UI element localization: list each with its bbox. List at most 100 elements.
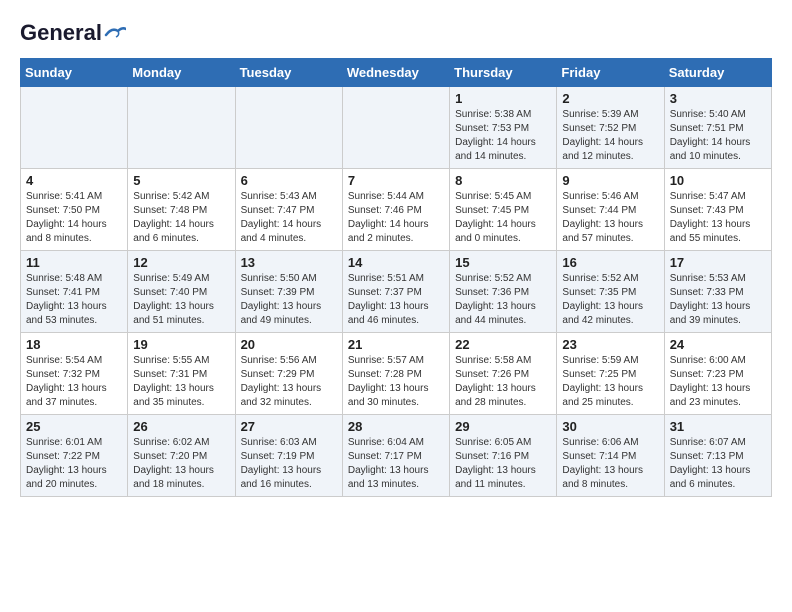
daylight-text: Daylight: 13 hours and 55 minutes. bbox=[670, 218, 766, 246]
sunrise-text: Sunrise: 5:58 AM bbox=[455, 354, 551, 368]
day-number: 27 bbox=[241, 419, 337, 434]
daylight-text: Daylight: 13 hours and 18 minutes. bbox=[133, 464, 229, 492]
calendar-day-cell: 13 Sunrise: 5:50 AM Sunset: 7:39 PM Dayl… bbox=[235, 251, 342, 333]
day-detail: Sunrise: 5:48 AM Sunset: 7:41 PM Dayligh… bbox=[26, 272, 122, 328]
calendar-day-cell bbox=[21, 87, 128, 169]
daylight-text: Daylight: 14 hours and 12 minutes. bbox=[562, 136, 658, 164]
daylight-text: Daylight: 13 hours and 57 minutes. bbox=[562, 218, 658, 246]
weekday-header: Friday bbox=[557, 59, 664, 87]
day-detail: Sunrise: 5:44 AM Sunset: 7:46 PM Dayligh… bbox=[348, 190, 444, 246]
day-number: 13 bbox=[241, 255, 337, 270]
day-number: 25 bbox=[26, 419, 122, 434]
day-detail: Sunrise: 6:05 AM Sunset: 7:16 PM Dayligh… bbox=[455, 436, 551, 492]
sunset-text: Sunset: 7:16 PM bbox=[455, 450, 551, 464]
calendar-day-cell: 17 Sunrise: 5:53 AM Sunset: 7:33 PM Dayl… bbox=[664, 251, 771, 333]
calendar-day-cell: 1 Sunrise: 5:38 AM Sunset: 7:53 PM Dayli… bbox=[450, 87, 557, 169]
weekday-header: Thursday bbox=[450, 59, 557, 87]
sunrise-text: Sunrise: 5:39 AM bbox=[562, 108, 658, 122]
sunrise-text: Sunrise: 5:50 AM bbox=[241, 272, 337, 286]
day-detail: Sunrise: 5:46 AM Sunset: 7:44 PM Dayligh… bbox=[562, 190, 658, 246]
sunrise-text: Sunrise: 5:52 AM bbox=[562, 272, 658, 286]
day-number: 26 bbox=[133, 419, 229, 434]
sunrise-text: Sunrise: 5:57 AM bbox=[348, 354, 444, 368]
sunrise-text: Sunrise: 6:05 AM bbox=[455, 436, 551, 450]
calendar-day-cell: 22 Sunrise: 5:58 AM Sunset: 7:26 PM Dayl… bbox=[450, 333, 557, 415]
sunset-text: Sunset: 7:46 PM bbox=[348, 204, 444, 218]
calendar-day-cell: 14 Sunrise: 5:51 AM Sunset: 7:37 PM Dayl… bbox=[342, 251, 449, 333]
sunrise-text: Sunrise: 5:44 AM bbox=[348, 190, 444, 204]
day-number: 31 bbox=[670, 419, 766, 434]
sunrise-text: Sunrise: 5:59 AM bbox=[562, 354, 658, 368]
sunrise-text: Sunrise: 5:52 AM bbox=[455, 272, 551, 286]
calendar-day-cell: 5 Sunrise: 5:42 AM Sunset: 7:48 PM Dayli… bbox=[128, 169, 235, 251]
calendar-day-cell bbox=[128, 87, 235, 169]
day-detail: Sunrise: 5:55 AM Sunset: 7:31 PM Dayligh… bbox=[133, 354, 229, 410]
sunset-text: Sunset: 7:43 PM bbox=[670, 204, 766, 218]
day-number: 23 bbox=[562, 337, 658, 352]
logo: General bbox=[20, 20, 126, 42]
day-detail: Sunrise: 5:56 AM Sunset: 7:29 PM Dayligh… bbox=[241, 354, 337, 410]
calendar-day-cell: 24 Sunrise: 6:00 AM Sunset: 7:23 PM Dayl… bbox=[664, 333, 771, 415]
day-number: 18 bbox=[26, 337, 122, 352]
sunrise-text: Sunrise: 6:03 AM bbox=[241, 436, 337, 450]
calendar-day-cell: 27 Sunrise: 6:03 AM Sunset: 7:19 PM Dayl… bbox=[235, 415, 342, 497]
day-number: 12 bbox=[133, 255, 229, 270]
day-detail: Sunrise: 5:53 AM Sunset: 7:33 PM Dayligh… bbox=[670, 272, 766, 328]
day-detail: Sunrise: 5:38 AM Sunset: 7:53 PM Dayligh… bbox=[455, 108, 551, 164]
weekday-header: Wednesday bbox=[342, 59, 449, 87]
daylight-text: Daylight: 13 hours and 11 minutes. bbox=[455, 464, 551, 492]
daylight-text: Daylight: 13 hours and 30 minutes. bbox=[348, 382, 444, 410]
sunset-text: Sunset: 7:31 PM bbox=[133, 368, 229, 382]
day-number: 7 bbox=[348, 173, 444, 188]
day-number: 21 bbox=[348, 337, 444, 352]
daylight-text: Daylight: 14 hours and 10 minutes. bbox=[670, 136, 766, 164]
day-number: 6 bbox=[241, 173, 337, 188]
sunrise-text: Sunrise: 6:01 AM bbox=[26, 436, 122, 450]
sunset-text: Sunset: 7:33 PM bbox=[670, 286, 766, 300]
daylight-text: Daylight: 13 hours and 23 minutes. bbox=[670, 382, 766, 410]
day-number: 29 bbox=[455, 419, 551, 434]
sunset-text: Sunset: 7:47 PM bbox=[241, 204, 337, 218]
day-number: 16 bbox=[562, 255, 658, 270]
calendar-day-cell: 18 Sunrise: 5:54 AM Sunset: 7:32 PM Dayl… bbox=[21, 333, 128, 415]
calendar-day-cell: 9 Sunrise: 5:46 AM Sunset: 7:44 PM Dayli… bbox=[557, 169, 664, 251]
calendar-day-cell: 11 Sunrise: 5:48 AM Sunset: 7:41 PM Dayl… bbox=[21, 251, 128, 333]
daylight-text: Daylight: 13 hours and 13 minutes. bbox=[348, 464, 444, 492]
day-detail: Sunrise: 5:49 AM Sunset: 7:40 PM Dayligh… bbox=[133, 272, 229, 328]
calendar-header-row: SundayMondayTuesdayWednesdayThursdayFrid… bbox=[21, 59, 772, 87]
day-number: 15 bbox=[455, 255, 551, 270]
day-detail: Sunrise: 5:51 AM Sunset: 7:37 PM Dayligh… bbox=[348, 272, 444, 328]
sunrise-text: Sunrise: 5:40 AM bbox=[670, 108, 766, 122]
day-number: 4 bbox=[26, 173, 122, 188]
day-detail: Sunrise: 5:50 AM Sunset: 7:39 PM Dayligh… bbox=[241, 272, 337, 328]
daylight-text: Daylight: 14 hours and 0 minutes. bbox=[455, 218, 551, 246]
daylight-text: Daylight: 13 hours and 20 minutes. bbox=[26, 464, 122, 492]
daylight-text: Daylight: 14 hours and 4 minutes. bbox=[241, 218, 337, 246]
calendar-day-cell: 20 Sunrise: 5:56 AM Sunset: 7:29 PM Dayl… bbox=[235, 333, 342, 415]
day-number: 28 bbox=[348, 419, 444, 434]
daylight-text: Daylight: 13 hours and 39 minutes. bbox=[670, 300, 766, 328]
sunrise-text: Sunrise: 5:54 AM bbox=[26, 354, 122, 368]
sunrise-text: Sunrise: 5:48 AM bbox=[26, 272, 122, 286]
daylight-text: Daylight: 13 hours and 6 minutes. bbox=[670, 464, 766, 492]
sunrise-text: Sunrise: 6:04 AM bbox=[348, 436, 444, 450]
sunrise-text: Sunrise: 5:38 AM bbox=[455, 108, 551, 122]
sunset-text: Sunset: 7:19 PM bbox=[241, 450, 337, 464]
calendar-week-row: 1 Sunrise: 5:38 AM Sunset: 7:53 PM Dayli… bbox=[21, 87, 772, 169]
sunset-text: Sunset: 7:44 PM bbox=[562, 204, 658, 218]
calendar-day-cell: 15 Sunrise: 5:52 AM Sunset: 7:36 PM Dayl… bbox=[450, 251, 557, 333]
day-number: 24 bbox=[670, 337, 766, 352]
calendar-day-cell: 26 Sunrise: 6:02 AM Sunset: 7:20 PM Dayl… bbox=[128, 415, 235, 497]
sunrise-text: Sunrise: 5:51 AM bbox=[348, 272, 444, 286]
day-detail: Sunrise: 5:58 AM Sunset: 7:26 PM Dayligh… bbox=[455, 354, 551, 410]
daylight-text: Daylight: 13 hours and 32 minutes. bbox=[241, 382, 337, 410]
daylight-text: Daylight: 13 hours and 49 minutes. bbox=[241, 300, 337, 328]
weekday-header: Tuesday bbox=[235, 59, 342, 87]
day-detail: Sunrise: 5:40 AM Sunset: 7:51 PM Dayligh… bbox=[670, 108, 766, 164]
sunrise-text: Sunrise: 5:56 AM bbox=[241, 354, 337, 368]
daylight-text: Daylight: 14 hours and 2 minutes. bbox=[348, 218, 444, 246]
day-number: 8 bbox=[455, 173, 551, 188]
calendar-day-cell: 25 Sunrise: 6:01 AM Sunset: 7:22 PM Dayl… bbox=[21, 415, 128, 497]
daylight-text: Daylight: 13 hours and 16 minutes. bbox=[241, 464, 337, 492]
day-detail: Sunrise: 5:41 AM Sunset: 7:50 PM Dayligh… bbox=[26, 190, 122, 246]
